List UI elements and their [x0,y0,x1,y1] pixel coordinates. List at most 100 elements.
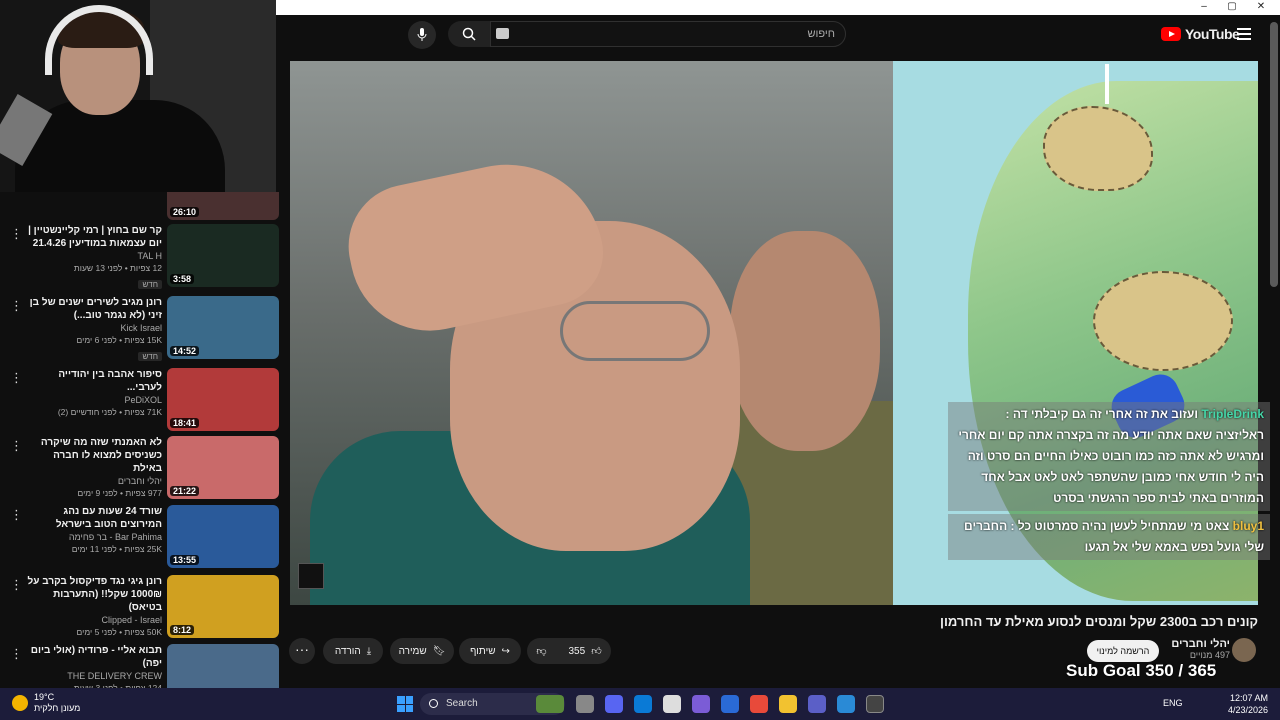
more-options-icon[interactable]: ⋮ [10,298,23,314]
windows-start-icon[interactable] [397,696,413,712]
list-item[interactable]: ⋮ קר שם בחוץ | רמי קליינשטיין | יום עצמאו… [0,224,280,292]
more-options-icon[interactable]: ⋮ [10,646,23,662]
clock[interactable]: 12:07 AM 4/23/2026 [1228,692,1268,716]
share-button[interactable]: שיתוף ↪ [459,638,521,664]
voice-search-button[interactable] [408,21,436,49]
search-button[interactable] [448,21,490,47]
more-options-icon[interactable]: ⋮ [10,577,23,593]
video-thumbnail[interactable]: 18:41 [167,368,279,431]
chat-message: bluy1 צאט מי שמתחיל לעשן נהיה סמרטוט כל … [948,514,1270,560]
channel-name: Kick Israel [120,323,162,333]
store-icon[interactable] [663,695,681,713]
chat-username: bluy1 [1232,519,1264,533]
copilot-icon[interactable] [692,695,710,713]
teams-icon[interactable] [808,695,826,713]
channel-name: יהלי וחברים [1171,638,1230,650]
new-badge: חדש [138,352,162,361]
obs-icon[interactable] [866,695,884,713]
search-input[interactable]: חיפוש [490,21,846,47]
video-thumbnail[interactable]: 3:58 [167,224,279,287]
more-actions-button[interactable]: ··· [289,638,315,664]
video-title: שורד 24 שעות עם נהג המירוצים הטוב בישראל [55,506,162,530]
subscribe-button[interactable]: הרשמה למינוי [1087,640,1159,662]
video-thumbnail[interactable]: 13:55 [167,505,279,568]
edge-icon[interactable] [634,695,652,713]
stream-chat: TripleDrink ועזוב את זה אחרי זה גם קיבלת… [948,402,1270,563]
time: 12:07 AM [1230,693,1269,703]
more-options-icon[interactable]: ⋮ [10,507,23,523]
more-options-icon[interactable]: ⋮ [10,438,23,454]
temperature: 19°C [34,692,55,702]
minimize-icon[interactable]: – [1197,1,1211,13]
list-item[interactable]: ⋮ תבוא אליי - פרודיה (אולי ביום יפה) THE D… [0,644,280,688]
map-hill [1093,271,1233,371]
download-button[interactable]: הורדה ⤓ [323,638,383,664]
map-marker [1105,64,1109,104]
window-titlebar [276,0,1280,15]
video-info: קר שם בחוץ | רמי קליינשטיין | יום עצמאות… [24,224,162,292]
channel-name: Clipped - Israel [101,615,162,625]
app-icon[interactable] [837,695,855,713]
list-item[interactable]: ⋮ רונן גיגי נגד פדיקסול בקרב על 1000₪ שקל… [0,575,280,643]
channel-avatar[interactable] [1232,638,1256,662]
video-duration: 8:12 [170,625,195,635]
weather-icon [12,695,28,711]
search-highlight-icon [536,695,564,713]
windows-taskbar: 19°C מעונן חלקית Search ENG 12:07 AM 4/2… [0,688,1280,720]
video-info: רונן מגיב לשירים ישנים של בן זיני (לא נג… [24,296,162,364]
file-explorer-icon[interactable] [779,695,797,713]
menu-icon[interactable] [1237,28,1251,40]
video-meta: 977 צפיות • לפני 9 ימים [77,488,162,498]
video-info: רונן גיגי נגד פדיקסול בקרב על 1000₪ שקל!… [24,575,162,638]
channel-subs: 497 מנויים [1189,650,1230,660]
share-label: שיתוף [470,645,496,657]
like-count: 355 [568,645,586,657]
video-duration: 21:22 [170,486,200,496]
weather-text: 19°C מעונן חלקית [34,692,80,714]
list-item[interactable]: ⋮ שורד 24 שעות עם נהג המירוצים הטוב בישרא… [0,505,280,573]
list-item[interactable]: ⋮ לא האמנתי שזה מה שיקרה כשניסים למצוא לו… [0,436,280,504]
more-options-icon[interactable]: ⋮ [10,226,23,242]
video-meta: 25K צפיות • לפני 11 ימים [71,544,162,554]
video-thumbnail[interactable] [167,644,279,688]
video-thumbnail[interactable]: 14:52 [167,296,279,359]
video-thumbnail[interactable]: 8:12 [167,575,279,638]
logo-text: YouTube [1185,26,1240,42]
keyboard-icon[interactable] [496,28,509,39]
chat-text: צאט מי שמתחיל לעשן נהיה סמרטוט כל : החבר… [964,519,1264,554]
download-icon: ⤓ [366,645,372,657]
video-title: רונן מגיב לשירים ישנים של בן זיני (לא נג… [29,297,162,321]
m365-icon[interactable] [721,695,739,713]
channel-name: Bar Pahima - בר פחימה [68,532,162,542]
search-icon [462,27,476,41]
maximize-icon[interactable]: ▢ [1225,1,1239,13]
youtube-play-icon [1161,27,1181,41]
discord-icon[interactable] [605,695,623,713]
video-duration: 18:41 [170,418,200,428]
channel-info[interactable]: יהלי וחברים 497 מנויים [1160,638,1230,660]
channel-name: PeDiXOL [124,395,162,405]
dislike-icon[interactable]: 👎︎ [536,645,546,657]
weather-widget[interactable]: 19°C מעונן חלקית [12,692,80,714]
scrollbar[interactable] [1270,22,1278,287]
language-indicator[interactable]: ENG [1163,698,1183,708]
list-item[interactable]: ⋮ רונן מגיב לשירים ישנים של בן זיני (לא נ… [0,296,280,364]
video-duration: 14:52 [170,346,200,356]
bookmark-icon: 🔖︎ [432,645,446,657]
like-dislike-group[interactable]: 👎︎ 355 👍︎ [527,638,611,664]
youtube-logo[interactable]: YouTube [1161,26,1240,42]
webcam-overlay [0,0,276,192]
task-view-icon[interactable] [576,695,594,713]
glasses [560,301,710,361]
recommendations-list: ⋮ קר שם בחוץ | רמי קליינשטיין | יום עצמאו… [0,192,280,688]
more-options-icon[interactable]: ⋮ [10,370,23,386]
close-icon[interactable]: ✕ [1254,1,1268,13]
mic-icon [417,28,427,41]
like-icon[interactable]: 👍︎ [591,645,601,657]
list-item[interactable]: ⋮ סיפור אהבה בין יהודייה לערבי... PeDiXOL 7… [0,368,280,436]
save-button[interactable]: שמירה 🔖︎ [390,638,454,664]
chrome-icon[interactable] [750,695,768,713]
channel-name: TAL H [137,251,162,261]
video-duration: 3:58 [170,274,195,284]
video-thumbnail[interactable]: 21:22 [167,436,279,499]
